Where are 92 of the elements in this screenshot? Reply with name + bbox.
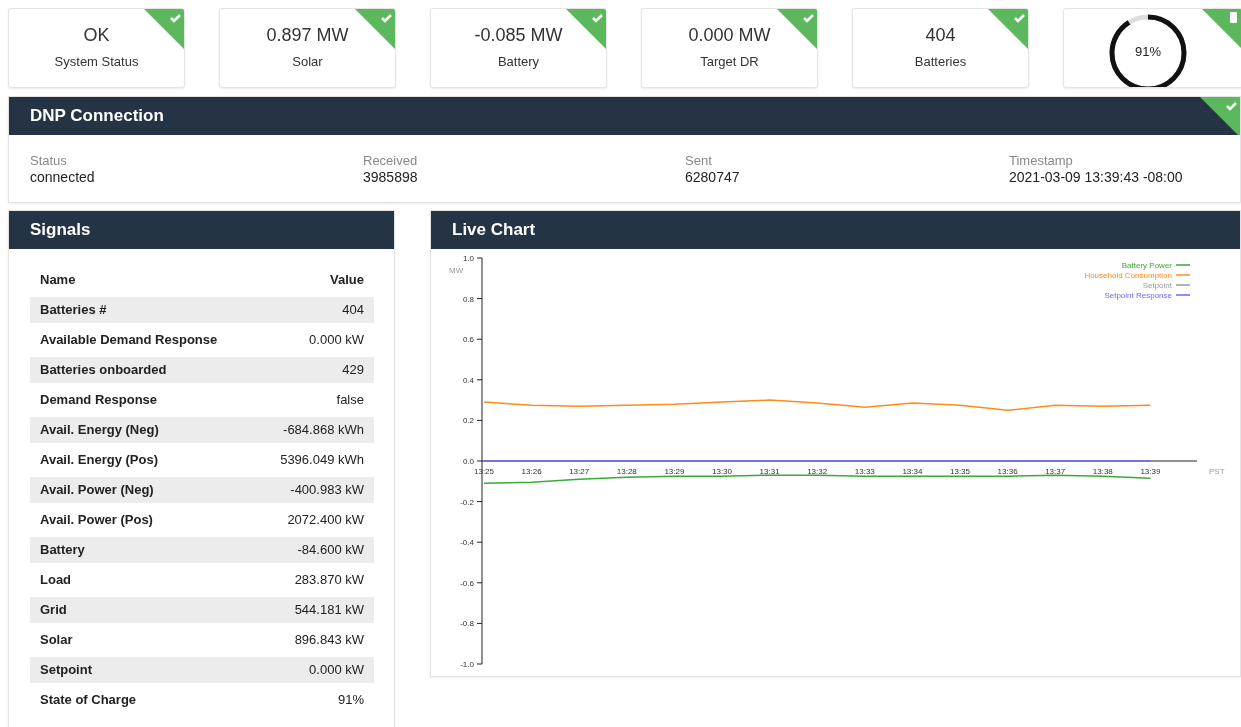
field-label: Received	[363, 153, 419, 168]
table-cell: Avail. Power (Neg)	[30, 477, 256, 503]
axis-tick-label: 0.0	[462, 457, 474, 466]
axis-tick-label: 13:31	[759, 467, 780, 476]
table-cell: Setpoint	[30, 657, 256, 683]
table-cell: Grid	[30, 597, 256, 623]
axis-tick-label: 13:36	[997, 467, 1018, 476]
column-header: Name	[39, 271, 77, 289]
stat-label: Solar	[292, 54, 323, 69]
axis-tick-label: 0.2	[462, 416, 474, 426]
table-cell: 429	[255, 357, 374, 383]
axis-tick-label: 13:37	[1045, 467, 1066, 476]
stat-value: 0.897 MW	[266, 25, 349, 46]
axis-tick-label: -0.6	[460, 578, 474, 588]
field-value: 2021-03-09 13:39:43 -08:00	[1009, 169, 1184, 185]
stat-label: Target DR	[700, 54, 759, 69]
table-cell-text: Demand Response	[39, 391, 159, 409]
corner-badge	[777, 9, 817, 49]
axis-tick-label: 13:28	[616, 467, 637, 476]
corner-badge	[566, 9, 606, 49]
table-cell: Avail. Energy (Neg)	[30, 417, 256, 443]
table-cell: 544.181 kW	[255, 597, 374, 623]
field-value: connected	[30, 169, 96, 185]
axis-tick-label: 13:34	[902, 467, 923, 476]
corner-badge	[1202, 9, 1241, 49]
stat-value: 404	[925, 25, 956, 46]
table-cell-text: 2072.400 kW	[286, 511, 365, 529]
field-value: 6280747	[685, 169, 741, 185]
field-label: Sent	[685, 153, 713, 168]
axis-tick-label: 13:33	[854, 467, 875, 476]
table-cell: 404	[255, 297, 374, 323]
stat-value: 0.000 MW	[688, 25, 771, 46]
corner-badge	[144, 9, 184, 49]
table-cell-text: 91%	[336, 691, 365, 709]
axis-tick-label: 0.4	[462, 375, 474, 385]
axis-tick-label: 0.6	[462, 335, 474, 345]
battery-icon	[1230, 12, 1237, 23]
legend-label: Household Consumption	[1084, 271, 1172, 280]
table-cell-text: Load	[39, 571, 73, 589]
axis-tick-label: 0.8	[462, 294, 474, 304]
table-cell: Batteries onboarded	[30, 357, 256, 383]
panel-title: DNP Connection	[30, 106, 164, 126]
table-cell-text: Avail. Energy (Pos)	[39, 451, 159, 469]
axis-tick-label: 1.0	[462, 254, 474, 263]
axis-tick-label: -0.4	[460, 538, 474, 548]
stat-label: Batteries	[914, 54, 967, 69]
stat-label: Battery	[497, 54, 540, 69]
axis-tick-label: 13:25	[474, 467, 494, 476]
table-cell-text: Avail. Power (Pos)	[39, 511, 154, 529]
axis-tick-label: -0.2	[460, 497, 474, 507]
legend-label: Setpoint	[1142, 281, 1172, 290]
axis-tick-label: 13:27	[569, 467, 590, 476]
axis-tick-label: 13:39	[1140, 467, 1161, 476]
table-cell-text: State of Charge	[39, 691, 138, 709]
panel-title: Signals	[30, 220, 91, 240]
table-cell: -400.983 kW	[255, 477, 374, 503]
axis-unit-label: MW	[449, 266, 464, 275]
column-header: Value	[329, 271, 365, 289]
table-cell: -684.868 kWh	[255, 417, 374, 443]
axis-tick-label: 13:32	[807, 467, 828, 476]
table-cell: Batteries #	[30, 297, 256, 323]
stat-value: -0.085 MW	[474, 25, 563, 46]
table-cell: 0.000 kW	[255, 657, 374, 683]
corner-badge	[355, 9, 395, 49]
axis-tick-label: 13:38	[1092, 467, 1113, 476]
table-cell: -84.600 kW	[255, 537, 374, 563]
stat-value: OK	[83, 25, 110, 46]
axis-tick-label: 13:26	[521, 467, 542, 476]
legend-label: Battery Power	[1121, 261, 1172, 270]
gauge-value: 91%	[1135, 44, 1161, 59]
table-cell-text: 896.843 kW	[293, 631, 365, 649]
field-label: Timestamp	[1009, 153, 1074, 168]
panel-title: Live Chart	[452, 220, 536, 240]
table-cell-text: 0.000 kW	[308, 331, 365, 349]
axis-tick-label: 13:30	[712, 467, 732, 476]
table-cell-text: Solar	[39, 631, 74, 649]
corner-badge	[1200, 97, 1240, 135]
axis-tick-label: 13:29	[664, 467, 685, 476]
stat-label: System Status	[54, 54, 139, 69]
field-label: Status	[30, 153, 68, 168]
table-cell-text: false	[335, 391, 365, 409]
legend-label: Setpoint Response	[1104, 291, 1172, 300]
axis-tick-label: -0.8	[460, 619, 474, 629]
table-cell-text: Available Demand Response	[39, 331, 219, 349]
table-cell-text: 283.870 kW	[293, 571, 365, 589]
corner-badge	[988, 9, 1028, 49]
axis-unit-label: PST	[1209, 467, 1225, 476]
axis-tick-label: 13:35	[950, 467, 970, 476]
axis-tick-label: -1.0	[460, 660, 474, 669]
table-cell: Battery	[30, 537, 256, 563]
table-cell-text: 5396.049 kWh	[279, 451, 365, 469]
field-value: 3985898	[363, 169, 419, 185]
